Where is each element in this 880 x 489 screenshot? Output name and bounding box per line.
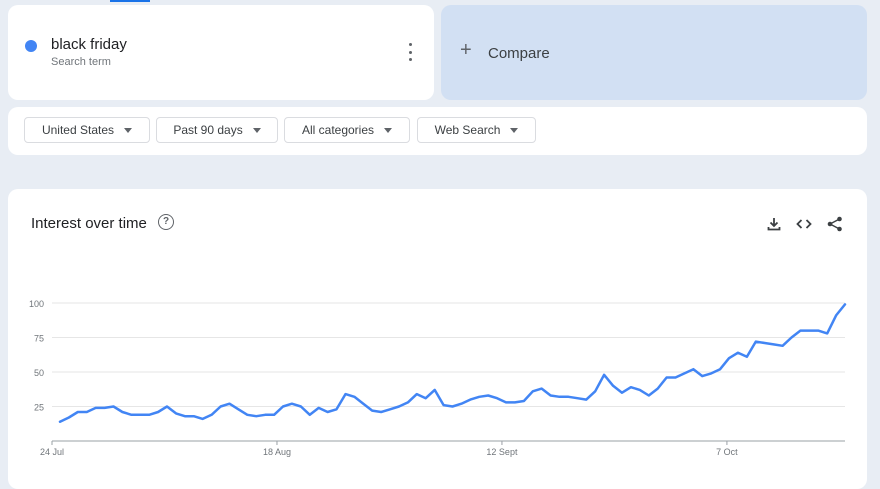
filter-time-range-label: Past 90 days: [173, 123, 243, 137]
x-tick-label: 12 Sept: [486, 447, 518, 457]
compare-button[interactable]: + Compare: [441, 5, 867, 100]
compare-label: Compare: [488, 45, 550, 62]
search-term-sublabel: Search term: [51, 56, 111, 68]
y-tick-label: 25: [34, 403, 44, 413]
dropdown-arrow-icon: [252, 127, 261, 133]
filter-search-type[interactable]: Web Search: [417, 117, 536, 143]
y-tick-label: 50: [34, 368, 44, 378]
search-term-card: black friday Search term: [8, 5, 434, 100]
active-tab-indicator: [110, 0, 150, 2]
y-tick-label: 75: [34, 334, 44, 344]
filter-search-type-label: Web Search: [434, 123, 501, 137]
filter-category[interactable]: All categories: [284, 117, 410, 143]
series-color-dot: [25, 40, 37, 52]
dropdown-arrow-icon: [384, 127, 393, 133]
series-line: [58, 303, 847, 423]
dropdown-arrow-icon: [510, 127, 519, 133]
more-vert-icon[interactable]: [404, 43, 416, 61]
filters-bar: United States Past 90 days All categorie…: [8, 107, 867, 155]
filter-location-label: United States: [41, 123, 115, 137]
interest-over-time-card: Interest over time ? 25 50 75 100 24 Jul 18 A…: [8, 189, 867, 489]
add-icon: +: [460, 39, 472, 61]
filter-category-label: All categories: [301, 123, 375, 137]
x-tick-label: 7 Oct: [716, 447, 738, 457]
x-tick-label: 24 Jul: [40, 447, 64, 457]
interest-line-chart: 25 50 75 100 24 Jul 18 Aug 12 Sept 7 Oct: [29, 299, 847, 457]
filter-location[interactable]: United States: [24, 117, 150, 143]
search-term-label[interactable]: black friday: [51, 36, 127, 53]
dropdown-arrow-icon: [124, 127, 133, 133]
x-tick-label: 18 Aug: [263, 447, 291, 457]
y-tick-label: 100: [29, 299, 44, 309]
filter-time-range[interactable]: Past 90 days: [156, 117, 278, 143]
